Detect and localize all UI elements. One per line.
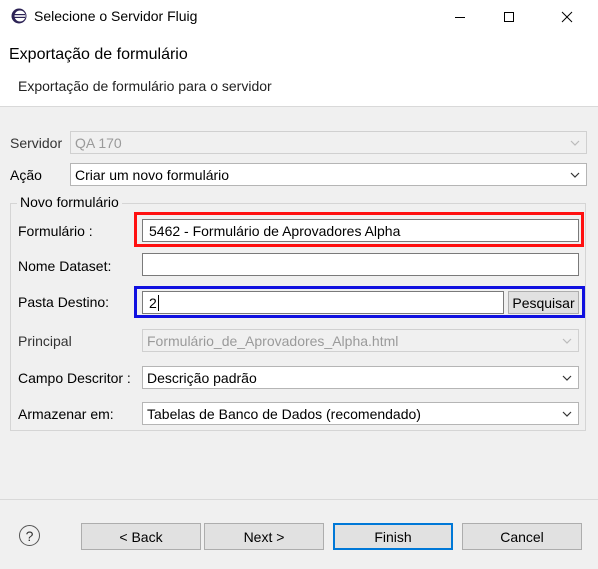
- servidor-value: QA 170: [75, 134, 122, 151]
- acao-select[interactable]: Criar um novo formulário: [70, 163, 587, 186]
- pasta-destino-label: Pasta Destino:: [18, 294, 110, 310]
- pasta-destino-input[interactable]: 2: [142, 291, 504, 314]
- pasta-destino-value: 2: [149, 294, 157, 311]
- cancel-button[interactable]: Cancel: [462, 523, 582, 550]
- close-icon: [561, 11, 573, 22]
- formulario-label: Formulário :: [18, 223, 93, 239]
- principal-label: Principal: [18, 333, 72, 349]
- servidor-label: Servidor: [10, 135, 63, 151]
- finish-button[interactable]: Finish: [333, 523, 453, 550]
- formulario-value: 5462 - Formulário de Aprovadores Alpha: [149, 222, 401, 239]
- wizard-header: [0, 33, 598, 107]
- next-button[interactable]: Next >: [204, 523, 324, 550]
- maximize-icon: [504, 11, 514, 22]
- page-description: Exportação de formulário para o servidor: [18, 78, 272, 94]
- nome-dataset-input[interactable]: [142, 253, 579, 276]
- help-icon[interactable]: ?: [19, 525, 40, 546]
- campo-descritor-label: Campo Descritor :: [18, 370, 131, 386]
- nome-dataset-label: Nome Dataset:: [18, 258, 112, 274]
- chevron-down-icon: [562, 375, 572, 381]
- window-title: Selecione o Servidor Fluig: [34, 8, 198, 24]
- minimize-button[interactable]: [437, 0, 483, 33]
- back-button[interactable]: < Back: [81, 523, 201, 550]
- page-title: Exportação de formulário: [9, 46, 188, 63]
- footer-separator: [0, 499, 598, 500]
- servidor-select: QA 170: [70, 131, 587, 154]
- principal-value: Formulário_de_Aprovadores_Alpha.html: [147, 332, 399, 349]
- chevron-down-icon: [570, 140, 580, 146]
- pesquisar-button[interactable]: Pesquisar: [508, 291, 579, 314]
- text-cursor: [157, 294, 159, 311]
- campo-descritor-select[interactable]: Descrição padrão: [142, 366, 579, 389]
- maximize-button[interactable]: [486, 0, 532, 33]
- formulario-input[interactable]: 5462 - Formulário de Aprovadores Alpha: [142, 219, 579, 242]
- campo-descritor-value: Descrição padrão: [147, 369, 257, 386]
- eclipse-app-icon: [11, 8, 27, 24]
- chevron-down-icon: [562, 338, 572, 344]
- group-title: Novo formulário: [17, 194, 122, 210]
- armazenar-em-label: Armazenar em:: [18, 406, 114, 422]
- close-button[interactable]: [544, 0, 590, 33]
- acao-label: Ação: [10, 167, 42, 183]
- acao-value: Criar um novo formulário: [75, 166, 230, 183]
- armazenar-em-value: Tabelas de Banco de Dados (recomendado): [147, 405, 421, 422]
- principal-select: Formulário_de_Aprovadores_Alpha.html: [142, 329, 579, 352]
- chevron-down-icon: [562, 411, 572, 417]
- minimize-icon: [455, 16, 465, 18]
- chevron-down-icon: [570, 172, 580, 178]
- armazenar-em-select[interactable]: Tabelas de Banco de Dados (recomendado): [142, 402, 579, 425]
